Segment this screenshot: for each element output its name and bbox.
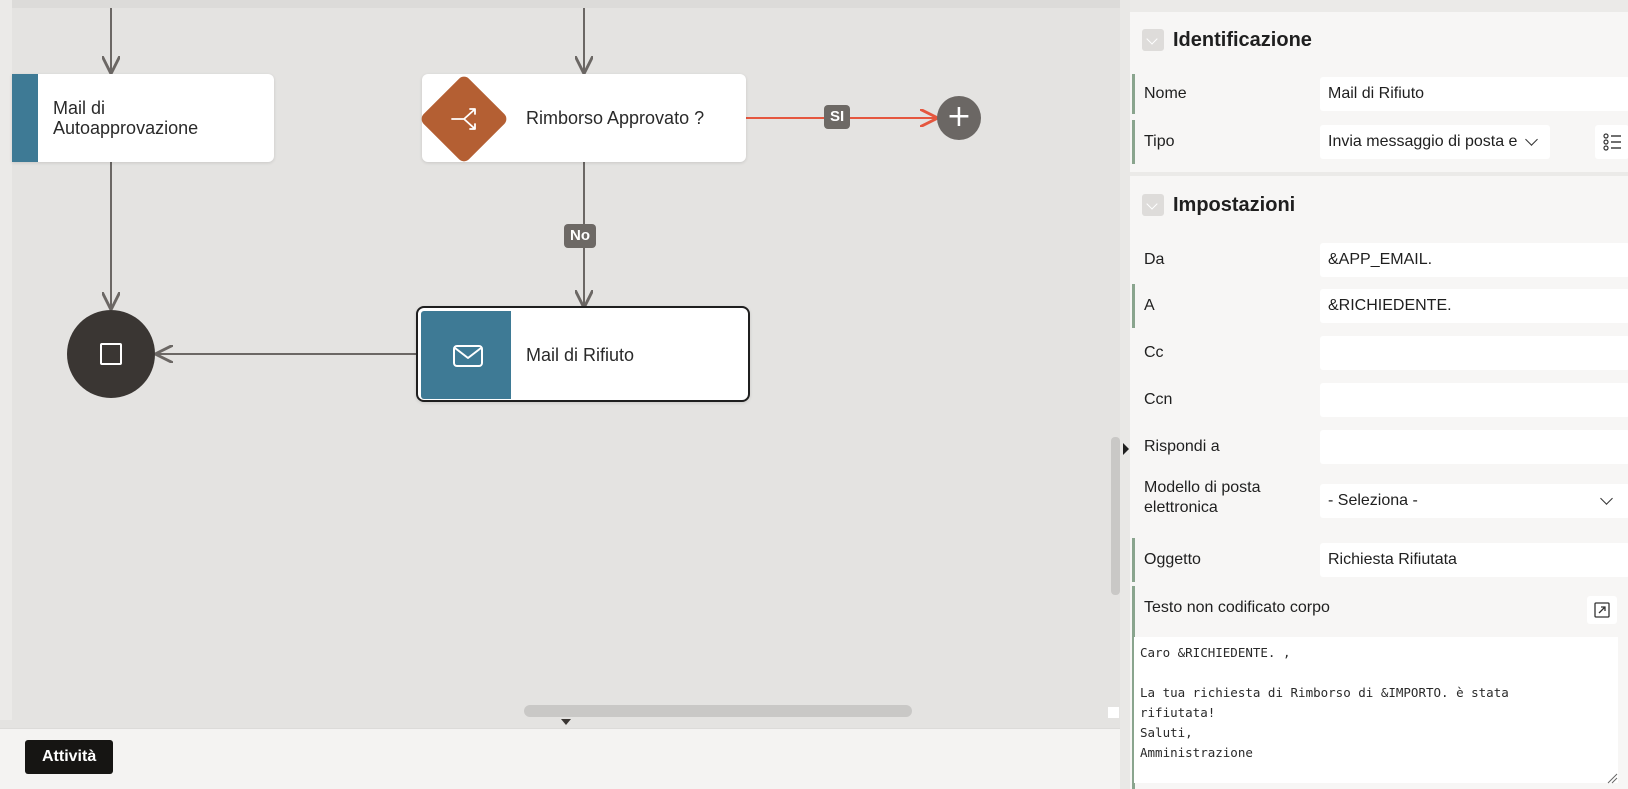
property-cc-row: Cc [1130,331,1628,375]
list-values-button[interactable] [1595,125,1628,159]
activity-node-reject-selected[interactable]: Mail di Rifiuto [416,306,750,402]
property-from-row: Da &APP_EMAIL. [1130,238,1628,282]
branch-icon [451,108,476,130]
type-select-value: Invia messaggio di posta e [1328,133,1518,150]
resize-grip-icon[interactable] [1606,772,1618,784]
activity-node-label: Mail di Rifiuto [526,345,635,365]
property-type-row: Tipo Invia messaggio di posta e [1130,120,1628,164]
activity-node-label: Mail di Autoapprovazione [53,98,199,138]
panel-splitter[interactable] [1120,0,1130,789]
cc-field[interactable] [1320,336,1628,370]
property-subject-row: Oggetto Richiesta Rifiutata [1130,538,1628,582]
property-bcc-row: Ccn [1130,378,1628,422]
property-label: Nome [1144,85,1187,102]
to-field[interactable]: &RICHIEDENTE. [1320,289,1628,323]
template-select-value: - Seleziona - [1328,492,1418,509]
property-label: A [1144,297,1155,314]
stop-icon [100,343,122,365]
section-title: Impostazioni [1173,193,1296,216]
collapse-chevron-icon[interactable] [1142,29,1164,51]
mail-icon [453,345,483,367]
end-node[interactable] [67,310,155,398]
property-template-row: Modello di posta elettronica - Seleziona… [1130,472,1628,532]
tab-activities[interactable]: Attività [25,740,114,774]
activity-node-autoapprove[interactable]: Mail di Autoapprovazione [12,74,274,162]
from-field[interactable]: &APP_EMAIL. [1320,243,1628,277]
expand-panel-icon[interactable] [1123,443,1129,455]
property-label: Oggetto [1144,551,1201,568]
type-select[interactable]: Invia messaggio di posta e [1320,125,1550,159]
switch-node-label: Rimborso Approvato ? [526,108,705,128]
name-field[interactable]: Mail di Rifiuto [1320,77,1628,111]
section-header-settings[interactable]: Impostazioni [1142,190,1295,220]
chevron-down-icon [1600,492,1613,505]
vertical-scrollbar[interactable] [1111,437,1120,595]
chevron-down-icon [1525,133,1538,146]
collapse-chevron-icon[interactable] [1142,194,1164,216]
property-reply-row: Rispondi a [1130,425,1628,469]
bcc-field[interactable] [1320,383,1628,417]
activity-node-accent [421,311,511,399]
expand-editor-button[interactable] [1587,596,1617,624]
list-icon [1603,133,1621,151]
section-header-identification[interactable]: Identificazione [1142,25,1312,55]
email-template-select[interactable]: - Seleziona - [1320,484,1628,518]
property-label: Testo non codificato corpo [1144,599,1330,616]
property-label: Da [1144,251,1165,268]
expand-icon [1594,602,1610,618]
property-label: Modello di posta elettronica [1144,479,1261,516]
property-label: Tipo [1144,133,1175,150]
workflow-designer: Mail di Autoapprovazione Rimborso Approv… [0,0,1628,789]
collapse-bottom-icon[interactable] [561,719,571,725]
section-identification: Identificazione Nome Mail di Rifiuto Tip… [1130,12,1628,172]
activity-node-accent [12,74,38,162]
edge-label-no[interactable]: No [564,224,596,248]
section-title: Identificazione [1173,28,1312,51]
property-editor: Identificazione Nome Mail di Rifiuto Tip… [1120,0,1628,789]
subject-field[interactable]: Richiesta Rifiutata [1320,543,1628,577]
bottom-panel [0,728,1120,789]
diagram-canvas[interactable]: Mail di Autoapprovazione Rimborso Approv… [0,0,1120,789]
scroll-corner [1108,707,1119,718]
property-to-row: A &RICHIEDENTE. [1130,284,1628,328]
property-name-row: Nome Mail di Rifiuto [1130,74,1628,114]
horizontal-scrollbar[interactable] [524,705,912,717]
reply-to-field[interactable] [1320,430,1628,464]
property-label: Cc [1144,344,1164,361]
add-node-button[interactable]: + [937,96,981,140]
property-label: Rispondi a [1144,438,1220,455]
edge-label-si[interactable]: SI [824,105,851,129]
body-plain-text-area[interactable]: Caro &RICHIEDENTE. , La tua richiesta di… [1134,637,1618,783]
property-label: Ccn [1144,391,1173,408]
